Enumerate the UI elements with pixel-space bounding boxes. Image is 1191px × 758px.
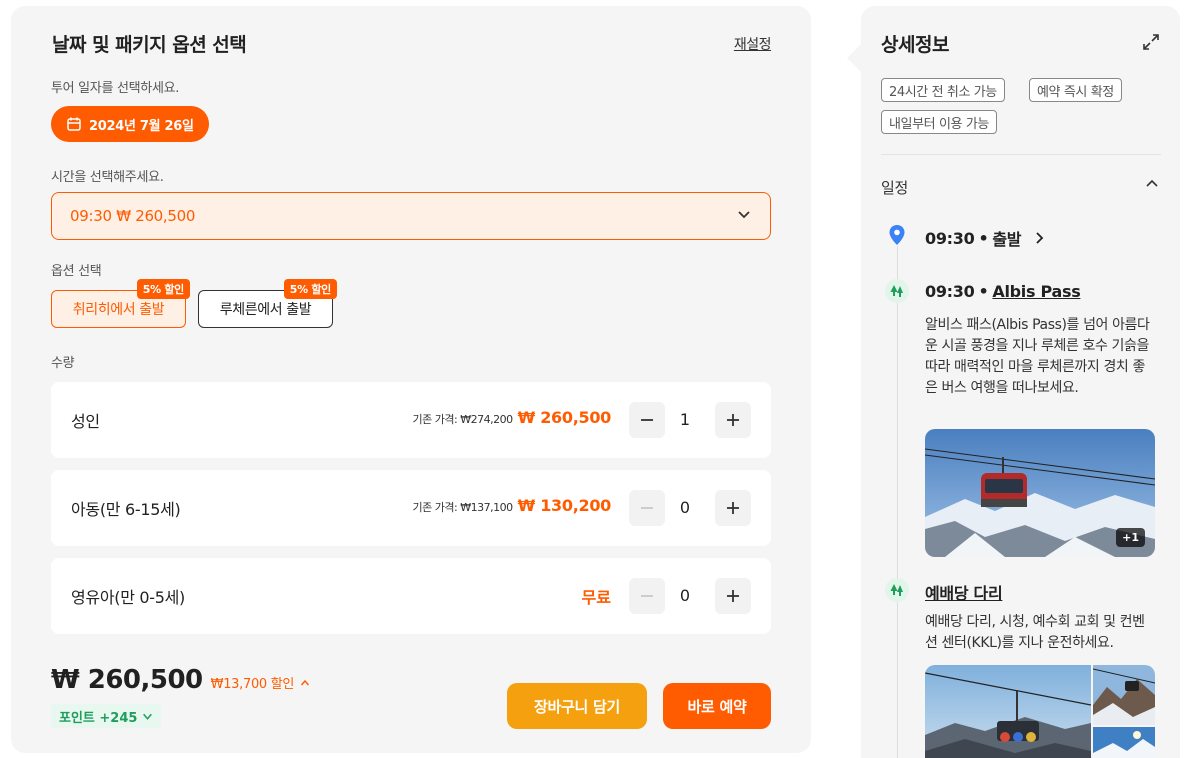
- qty-count: 0: [679, 498, 691, 517]
- minus-icon: [641, 507, 653, 509]
- timeline-chapel-bridge[interactable]: 예배당 다리: [925, 580, 1003, 604]
- tag-instant-confirm: 예약 즉시 확정: [1029, 78, 1122, 102]
- option-label-text: 루체른에서 출발: [219, 302, 312, 318]
- timeline-link[interactable]: Albis Pass: [992, 282, 1080, 301]
- discount-toggle[interactable]: ₩13,700 할인: [211, 673, 310, 692]
- add-to-cart-button[interactable]: 장바구니 담기: [507, 683, 647, 729]
- chairlift-photo[interactable]: [925, 665, 1091, 758]
- mountain-station-photo[interactable]: [1093, 665, 1155, 725]
- details-title: 상세정보: [881, 34, 949, 56]
- snow-peak-photo[interactable]: [1093, 727, 1155, 758]
- date-chip[interactable]: 2024년 7월 26일: [51, 106, 209, 142]
- selected-time: 09:30 ₩ 260,500: [70, 207, 196, 225]
- free-label: 무료: [581, 588, 611, 607]
- original-price: 기존 가격: ₩137,100: [412, 501, 514, 514]
- points-text: 포인트 +245: [59, 710, 138, 726]
- qty-row-infant: 영유아(만 0-5세) 무료 0: [51, 558, 771, 634]
- tag-free-cancel: 24시간 전 취소 가능: [881, 78, 1005, 102]
- chevron-down-icon: [736, 206, 752, 226]
- option-label: 옵션 선택: [51, 264, 102, 279]
- discount-amount: ₩13,700 할인: [210, 677, 295, 692]
- timeline-time: 09:30: [925, 282, 975, 301]
- timeline-description: 예배당 다리, 시청, 예수회 교회 및 컨벤션 센터(KKL)를 지나 운전하…: [925, 614, 1145, 651]
- timeline-description: 알비스 패스(Albis Pass)를 넘어 아름다운 시골 풍경을 지나 루체…: [925, 317, 1150, 396]
- discount-badge: 5% 할인: [136, 279, 190, 299]
- book-now-button[interactable]: 바로 예약: [663, 683, 771, 729]
- panel-title: 날짜 및 패키지 옵션 선택: [52, 34, 247, 56]
- price-group: 기존 가격: ₩137,100 ₩ 130,200: [412, 496, 612, 515]
- booking-panel: 날짜 및 패키지 옵션 선택 재설정 투어 일자를 선택하세요. 2024년 7…: [11, 6, 811, 753]
- minus-icon: [641, 419, 653, 421]
- time-label: 시간을 선택해주세요.: [51, 170, 164, 185]
- qty-count: 1: [679, 410, 691, 429]
- timeline-link[interactable]: 예배당 다리: [925, 580, 1003, 604]
- date-label: 투어 일자를 선택하세요.: [51, 81, 180, 96]
- decrease-button[interactable]: [629, 578, 665, 614]
- tree-icon: [885, 578, 909, 602]
- sale-price: ₩ 130,200: [517, 496, 612, 515]
- timeline-line: [897, 246, 898, 758]
- plus-icon: [727, 502, 739, 514]
- option-lucerne[interactable]: 루체른에서 출발 5% 할인: [198, 279, 337, 328]
- location-pin-icon: [885, 223, 909, 247]
- decrease-button[interactable]: [629, 402, 665, 438]
- original-price: 기존 가격: ₩274,200: [412, 413, 514, 426]
- timeline-departure[interactable]: 09:30 • 출발: [925, 226, 1047, 250]
- plus-icon: [727, 590, 739, 602]
- chevron-down-icon: [143, 713, 153, 720]
- qty-name: 성인: [71, 412, 100, 431]
- chevron-up-icon: [300, 679, 309, 686]
- time-select[interactable]: 09:30 ₩ 260,500: [51, 192, 771, 240]
- option-label-text: 취리히에서 출발: [72, 302, 165, 318]
- cable-car-photo[interactable]: +1: [925, 429, 1155, 557]
- divider: [881, 154, 1161, 155]
- panel-pointer: [847, 44, 861, 72]
- selected-date: 2024년 7월 26일: [89, 118, 194, 134]
- qty-row-adult: 성인 기존 가격: ₩274,200 ₩ 260,500 1: [51, 382, 771, 458]
- qty-row-child: 아동(만 6-15세) 기존 가격: ₩137,100 ₩ 130,200 0: [51, 470, 771, 546]
- chevron-up-icon[interactable]: [1144, 176, 1160, 192]
- sale-price: ₩ 260,500: [517, 408, 612, 427]
- timeline-time: 09:30: [925, 228, 975, 248]
- schedule-title: 일정: [881, 179, 909, 197]
- qty-count: 0: [679, 586, 691, 605]
- timeline-label: 출발: [992, 230, 1022, 249]
- quantity-label: 수량: [51, 356, 75, 371]
- tree-icon: [885, 279, 909, 303]
- timeline-albis-pass[interactable]: 09:30 • Albis Pass: [925, 282, 1081, 301]
- plus-icon: [727, 414, 739, 426]
- calendar-icon: [66, 116, 82, 132]
- more-photos-badge: +1: [1116, 528, 1145, 547]
- total-price: ₩ 260,500 ₩13,700 할인: [51, 665, 310, 695]
- increase-button[interactable]: [715, 402, 751, 438]
- qty-name: 아동(만 6-15세): [71, 500, 181, 519]
- decrease-button[interactable]: [629, 490, 665, 526]
- points-badge[interactable]: 포인트 +245: [51, 704, 162, 728]
- details-panel: 상세정보 24시간 전 취소 가능 예약 즉시 확정 내일부터 이용 가능 일정…: [861, 6, 1180, 758]
- increase-button[interactable]: [715, 578, 751, 614]
- minus-icon: [641, 595, 653, 597]
- reset-link[interactable]: 재설정: [734, 34, 772, 54]
- total-amount: ₩ 260,500: [51, 665, 203, 695]
- qty-name: 영유아(만 0-5세): [71, 588, 186, 607]
- discount-badge: 5% 할인: [283, 279, 337, 299]
- price-group: 기존 가격: ₩274,200 ₩ 260,500: [412, 408, 612, 427]
- option-zurich[interactable]: 취리히에서 출발 5% 할인: [51, 279, 190, 328]
- increase-button[interactable]: [715, 490, 751, 526]
- tag-available-tomorrow: 내일부터 이용 가능: [881, 110, 997, 134]
- expand-icon[interactable]: [1142, 33, 1160, 51]
- chevron-right-icon: [1036, 232, 1044, 244]
